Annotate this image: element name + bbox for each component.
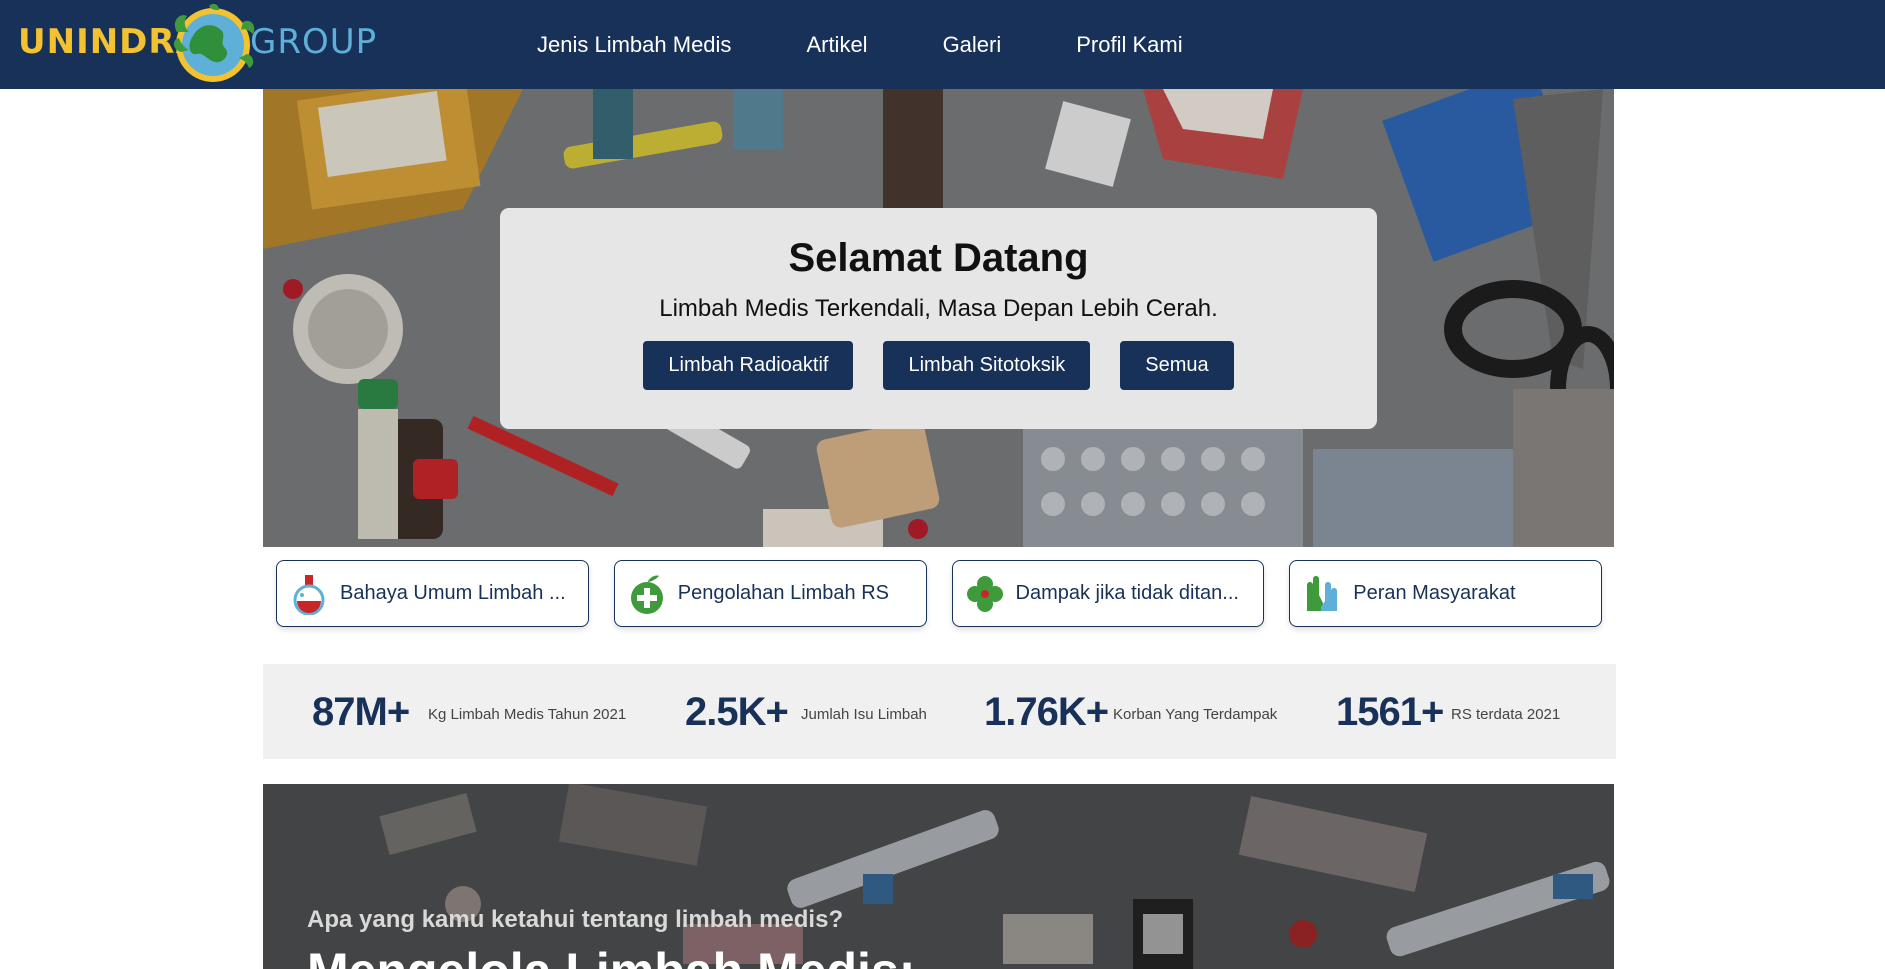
category-card-pengolahan-limbah-rs[interactable]: Pengolahan Limbah RS [613, 560, 927, 627]
stat-value-korban: 1.76K+ [984, 690, 1109, 734]
globe-icon [173, 3, 255, 82]
banner-title: Mengelola Limbah Medis: [307, 942, 915, 969]
top-navbar: UNINDRA GROUP Jenis Limbah Medis Artikel… [0, 0, 1885, 89]
category-card-dampak[interactable]: Dampak jika tidak ditan... [951, 560, 1265, 627]
category-label: Dampak jika tidak ditan... [1015, 582, 1239, 604]
stat-value-rs-terdata: 1561+ [1336, 690, 1444, 734]
logo[interactable]: UNINDRA GROUP [18, 0, 376, 89]
hands-icon [1307, 575, 1338, 611]
banner-kicker: Apa yang kamu ketahui tentang limbah med… [307, 906, 844, 933]
info-banner: Apa yang kamu ketahui tentang limbah med… [263, 784, 1614, 969]
stat-label-limbah-2021: Kg Limbah Medis Tahun 2021 [428, 706, 627, 723]
stats-bar: 87M+ Kg Limbah Medis Tahun 2021 2.5K+ Ju… [263, 664, 1616, 759]
category-card-bahaya-umum[interactable]: Bahaya Umum Limbah ... [276, 560, 589, 627]
logo-text-group: GROUP [250, 22, 378, 62]
limbah-sitotoksik-button[interactable]: Limbah Sitotoksik [883, 341, 1091, 390]
apple-medical-icon [630, 575, 663, 614]
category-cards: Bahaya Umum Limbah ... Pengolahan Limbah… [276, 560, 1602, 627]
stat-label-korban: Korban Yang Terdampak [1113, 706, 1278, 723]
nav-galeri[interactable]: Galeri [943, 32, 1002, 58]
hero-subtitle: Limbah Medis Terkendali, Masa Depan Lebi… [659, 295, 1218, 322]
hero-button-group: Limbah Radioaktif Limbah Sitotoksik Semu… [500, 341, 1377, 390]
nav-jenis-limbah-medis[interactable]: Jenis Limbah Medis [537, 32, 731, 58]
stat-value-isu-limbah: 2.5K+ [685, 690, 789, 734]
flask-icon [293, 574, 325, 615]
main-nav: Jenis Limbah Medis Artikel Galeri Profil… [537, 0, 1258, 89]
category-label: Peran Masyarakat [1353, 582, 1516, 604]
category-label: Bahaya Umum Limbah ... [340, 582, 566, 604]
nav-profil-kami[interactable]: Profil Kami [1076, 32, 1182, 58]
semua-button[interactable]: Semua [1120, 341, 1234, 390]
welcome-card: Selamat Datang Limbah Medis Terkendali, … [500, 208, 1377, 429]
category-card-peran-masyarakat[interactable]: Peran Masyarakat [1289, 560, 1602, 627]
stat-value-limbah-2021: 87M+ [312, 690, 410, 734]
nav-artikel[interactable]: Artikel [806, 32, 867, 58]
stat-label-rs-terdata: RS terdata 2021 [1451, 706, 1561, 723]
limbah-radioaktif-button[interactable]: Limbah Radioaktif [643, 341, 854, 390]
hero-title: Selamat Datang [788, 236, 1089, 280]
hero-section: Selamat Datang Limbah Medis Terkendali, … [263, 89, 1614, 547]
stat-label-isu-limbah: Jumlah Isu Limbah [801, 706, 927, 723]
clover-icon [966, 575, 1003, 612]
category-label: Pengolahan Limbah RS [677, 582, 890, 604]
